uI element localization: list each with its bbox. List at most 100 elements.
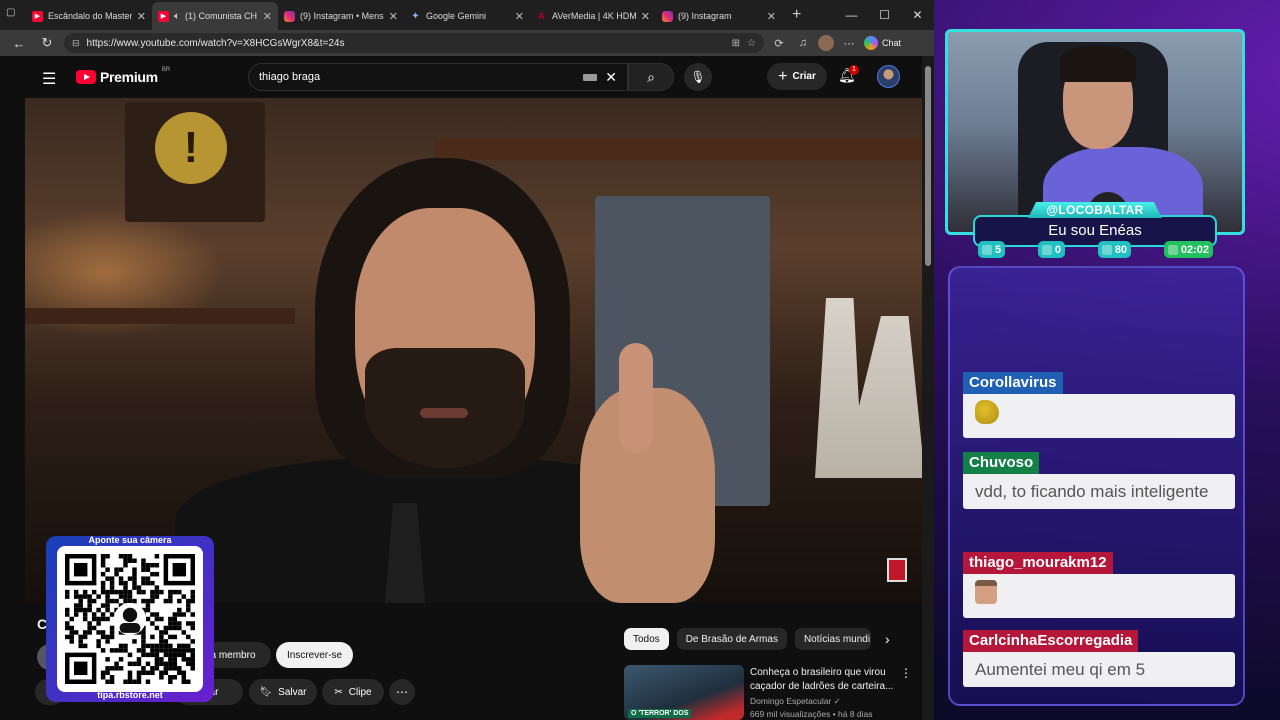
viewer-count: 80 xyxy=(1097,241,1132,258)
copilot-label: Chat xyxy=(882,38,902,48)
account-avatar[interactable] xyxy=(877,65,900,88)
menu-icon[interactable]: ☰ xyxy=(42,69,56,89)
chip-brasao[interactable]: De Brasão de Armas xyxy=(676,628,787,650)
chat-username: Chuvoso xyxy=(963,452,1040,474)
recommendation-channel[interactable]: Domingo Espetacular ✓ xyxy=(750,696,841,707)
voice-search-button[interactable]: 🎙︎ xyxy=(684,63,712,91)
close-tab-icon[interactable]: ✕ xyxy=(137,10,146,23)
chat-bubble xyxy=(963,394,1235,438)
media-control-icon[interactable]: ♫ xyxy=(794,37,812,49)
scrollbar-thumb[interactable] xyxy=(925,66,931,266)
youtube-header: ☰ Premium BR ✕ ⌕ 🎙︎ + Criar 🔔︎ 1 xyxy=(25,56,922,98)
search-button[interactable]: ⌕ xyxy=(628,63,674,91)
extensions-icon[interactable]: ⟳ xyxy=(770,37,788,50)
tab-5[interactable]: A AVerMedia | 4K HDMI ✕ xyxy=(530,2,656,30)
video-bg-poster: ! xyxy=(125,102,265,222)
close-window-button[interactable]: ✕ xyxy=(901,0,934,30)
scissors-icon: ✂ xyxy=(334,686,343,698)
site-info-icon[interactable]: ⊟ xyxy=(72,38,80,49)
clip-button[interactable]: ✂ Clipe xyxy=(322,679,384,705)
streamer-handle: @LOCOBALTAR xyxy=(1028,202,1162,218)
recommendation-menu-icon[interactable]: ⋮ xyxy=(900,666,912,680)
chat-count: 5 xyxy=(978,241,1006,258)
chip-noticias[interactable]: Notícias mundi xyxy=(794,628,871,650)
viewers-icon xyxy=(1101,244,1112,255)
person-mouth xyxy=(420,408,468,418)
chat-panel: Corollavirus Chuvoso vdd, to ficando mai… xyxy=(948,266,1245,706)
qr-caption: Aponte sua câmera xyxy=(88,535,172,545)
close-tab-icon[interactable]: ✕ xyxy=(767,10,776,23)
instagram-icon xyxy=(662,10,673,22)
maximize-button[interactable]: ☐ xyxy=(868,0,901,30)
browser-window: ▢ ▶ Escândalo do Master s ✕ ▶ 🔈︎ (1) Com… xyxy=(0,0,934,720)
tab-1[interactable]: ▶ Escândalo do Master s ✕ xyxy=(26,2,152,30)
chevron-right-icon[interactable]: › xyxy=(885,631,890,647)
qr-code-card xyxy=(57,546,203,692)
close-tab-icon[interactable]: ✕ xyxy=(389,10,398,23)
stream-stats: 5 0 80 02:02 xyxy=(978,241,1213,258)
face-emote xyxy=(975,580,997,604)
more-actions-button[interactable]: ⋯ xyxy=(389,679,415,705)
search-input[interactable] xyxy=(259,71,584,83)
youtube-play-icon xyxy=(76,70,96,84)
create-button[interactable]: + Criar xyxy=(767,63,827,90)
chat-message: Corollavirus xyxy=(963,372,1235,438)
channel-watermark[interactable] xyxy=(887,558,907,582)
keyboard-icon[interactable] xyxy=(583,73,598,81)
tab-strip: ▢ ▶ Escândalo do Master s ✕ ▶ 🔈︎ (1) Com… xyxy=(0,0,934,30)
tab-title: (9) Instagram xyxy=(678,11,732,21)
save-button[interactable]: 🔖︎ Salvar xyxy=(249,679,317,705)
tab-title: (9) Instagram • Mensa xyxy=(300,11,384,21)
video-bg-ship-model xyxy=(815,298,922,478)
copilot-chat-button[interactable]: Chat xyxy=(864,36,901,50)
chat-username: Corollavirus xyxy=(963,372,1063,394)
tab-4[interactable]: ✦ Google Gemini ✕ xyxy=(404,2,530,30)
recommendation-title[interactable]: Conheça o brasileiro que virou caçador d… xyxy=(750,666,900,694)
create-label: Criar xyxy=(792,71,816,82)
subscribe-button[interactable]: Inscrever-se xyxy=(276,642,353,668)
clip-label: Clipe xyxy=(348,686,372,698)
avermedia-icon: A xyxy=(538,11,545,21)
video-player[interactable]: ! xyxy=(25,98,922,603)
youtube-icon: ▶ xyxy=(32,10,43,22)
streamer-hair xyxy=(1060,46,1136,82)
page-scrollbar[interactable] xyxy=(922,56,934,720)
close-tab-icon[interactable]: ✕ xyxy=(515,10,524,23)
close-tab-icon[interactable]: ✕ xyxy=(641,10,650,23)
recommendation-meta: 669 mil visualizações • há 8 dias xyxy=(750,709,873,719)
chat-username: CarlcinhaEscorregadia xyxy=(963,630,1139,652)
qr-url: tipa.rbstore.net xyxy=(97,690,163,700)
address-bar[interactable]: ⊟ https://www.youtube.com/watch?v=X8HCGs… xyxy=(64,33,764,53)
app-install-icon[interactable]: ⊞ xyxy=(732,38,740,49)
logo-text: Premium xyxy=(100,69,158,85)
more-menu-icon[interactable]: ⋯ xyxy=(840,37,858,50)
search-box[interactable]: ✕ xyxy=(248,63,628,91)
verified-icon: ✓ xyxy=(833,696,841,706)
address-bar-row: ← ↻ ⊟ https://www.youtube.com/watch?v=X8… xyxy=(0,30,934,56)
tab-6[interactable]: (9) Instagram ✕ xyxy=(656,2,782,30)
window-controls: — ☐ ✕ xyxy=(835,0,934,30)
chat-bubble xyxy=(963,574,1235,618)
duck-emote xyxy=(975,400,999,424)
gemini-icon: ✦ xyxy=(411,10,420,22)
new-tab-button[interactable]: + xyxy=(782,6,809,30)
tab-actions-icon[interactable]: ▢ xyxy=(6,7,20,21)
url-text: https://www.youtube.com/watch?v=X8HCGsWg… xyxy=(86,37,345,49)
tab-title: AVerMedia | 4K HDMI xyxy=(552,11,636,21)
youtube-logo[interactable]: Premium BR xyxy=(76,67,170,85)
recommendation-thumbnail[interactable]: O 'TERROR' DOS xyxy=(624,665,744,720)
tab-3[interactable]: (9) Instagram • Mensa ✕ xyxy=(278,2,404,30)
thumbnail-label: O 'TERROR' DOS xyxy=(628,709,692,718)
minimize-button[interactable]: — xyxy=(835,0,868,30)
profile-avatar[interactable] xyxy=(818,35,834,51)
tab-2[interactable]: ▶ 🔈︎ (1) Comunista CH ✕ xyxy=(152,2,278,30)
speaker-icon[interactable]: 🔈︎ xyxy=(174,11,180,22)
video-bg-shelf xyxy=(25,308,295,324)
favorite-star-icon[interactable]: ☆ xyxy=(747,38,756,49)
clear-search-icon[interactable]: ✕ xyxy=(605,69,617,86)
back-button[interactable]: ← xyxy=(8,36,30,51)
reload-button[interactable]: ↻ xyxy=(36,35,58,51)
chip-all[interactable]: Todos xyxy=(624,628,669,650)
close-tab-icon[interactable]: ✕ xyxy=(263,10,272,23)
filter-chips: Todos De Brasão de Armas Notícias mundi … xyxy=(624,628,890,650)
